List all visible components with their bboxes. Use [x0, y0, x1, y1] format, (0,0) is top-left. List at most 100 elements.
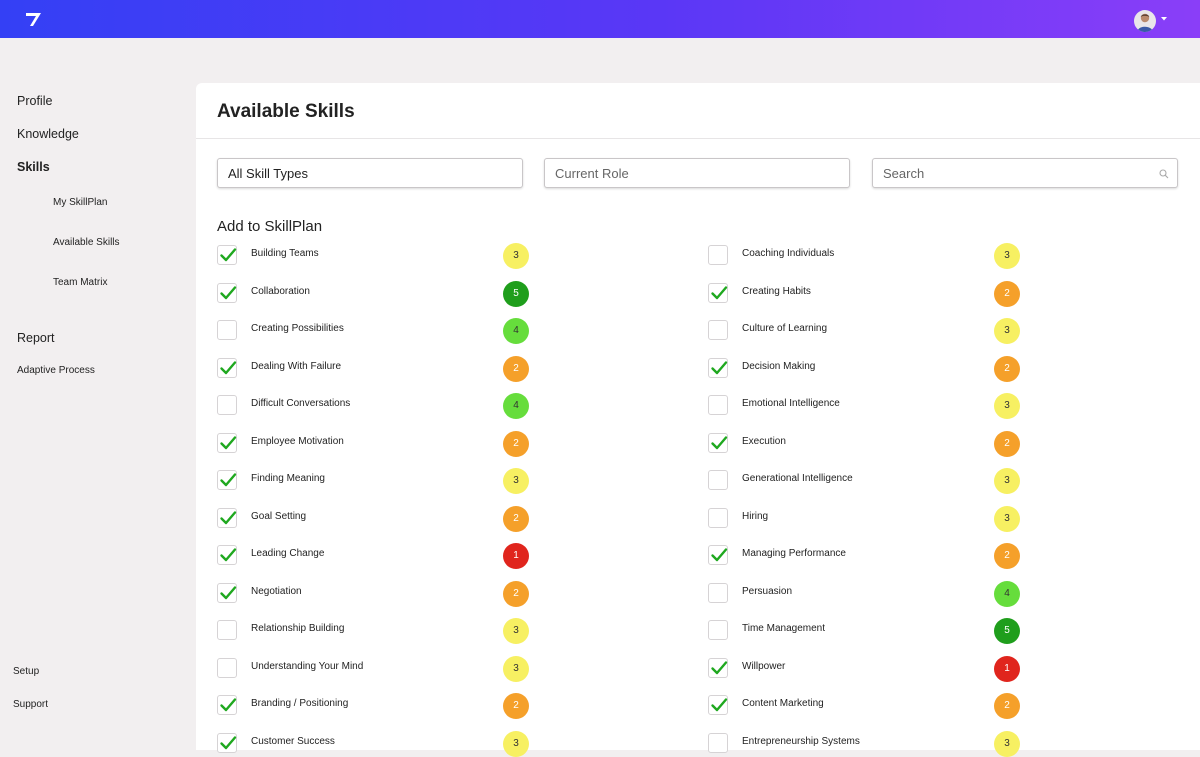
- check-icon: [711, 360, 728, 374]
- skill-name: Customer Success: [251, 735, 335, 747]
- skill-checkbox[interactable]: [217, 282, 237, 303]
- sidebar-item-support[interactable]: Support: [13, 699, 48, 710]
- check-icon: [220, 735, 237, 749]
- skill-row[interactable]: Content Marketing 2: [708, 693, 1038, 719]
- skill-checkbox[interactable]: [708, 545, 728, 565]
- skill-row[interactable]: Dealing With Failure 2: [217, 355, 547, 382]
- skill-row[interactable]: Entrepreneurship Systems 3: [708, 730, 1038, 757]
- skill-row[interactable]: Difficult Conversations 4: [217, 393, 547, 419]
- skill-row[interactable]: Time Management 5: [708, 618, 1038, 644]
- skill-row[interactable]: Building Teams 3: [217, 243, 547, 269]
- skill-name: Execution: [742, 435, 786, 447]
- skill-name: Content Marketing: [742, 698, 824, 709]
- skill-checkbox[interactable]: [217, 545, 237, 565]
- skill-level-badge: 3: [503, 730, 529, 757]
- search-placeholder: Search: [883, 166, 925, 181]
- sidebar-item-adaptive-process[interactable]: Adaptive Process: [17, 365, 95, 376]
- skill-row[interactable]: Execution 2: [708, 430, 1038, 457]
- skill-row[interactable]: Willpower 1: [708, 655, 1038, 682]
- check-icon: [220, 585, 237, 599]
- check-icon: [220, 548, 237, 562]
- panel-header: Available Skills: [196, 83, 1200, 139]
- skill-checkbox[interactable]: [217, 432, 237, 453]
- skill-name: Managing Performance: [742, 548, 846, 559]
- skill-row[interactable]: Culture of Learning 3: [708, 318, 1038, 344]
- skill-checkbox[interactable]: [217, 470, 237, 490]
- skill-row[interactable]: Hiring 3: [708, 505, 1038, 532]
- sidebar-item-report[interactable]: Report: [17, 331, 55, 345]
- skill-name: Emotional Intelligence: [742, 398, 840, 409]
- skill-row[interactable]: Managing Performance 2: [708, 543, 1038, 569]
- skill-name: Persuasion: [742, 585, 793, 597]
- skill-name: Creating Habits: [742, 285, 811, 297]
- skill-level-badge: 3: [503, 655, 529, 682]
- skill-checkbox[interactable]: [708, 432, 728, 453]
- skill-row[interactable]: Coaching Individuals 3: [708, 243, 1038, 269]
- skill-row[interactable]: Branding / Positioning 2: [217, 693, 547, 719]
- skill-checkbox[interactable]: [217, 507, 237, 528]
- current-role-select[interactable]: Current Role: [544, 158, 850, 188]
- skill-row[interactable]: Collaboration 5: [217, 280, 547, 307]
- brand-logo-icon[interactable]: [24, 9, 44, 29]
- skill-checkbox[interactable]: [708, 657, 728, 678]
- skill-checkbox[interactable]: [708, 620, 728, 640]
- search-input[interactable]: Search: [872, 158, 1178, 188]
- skill-level-badge: 3: [994, 730, 1020, 757]
- skill-row[interactable]: Persuasion 4: [708, 580, 1038, 607]
- skill-row[interactable]: Understanding Your Mind 3: [217, 655, 547, 682]
- skill-checkbox[interactable]: [708, 470, 728, 490]
- skill-row[interactable]: Employee Motivation 2: [217, 430, 547, 457]
- skill-checkbox[interactable]: [217, 245, 237, 265]
- skill-level-badge: 3: [994, 393, 1020, 419]
- check-icon: [711, 660, 728, 674]
- skill-row[interactable]: Creating Possibilities 4: [217, 318, 547, 344]
- skill-name: Decision Making: [742, 360, 816, 372]
- skill-name: Entrepreneurship Systems: [742, 735, 860, 747]
- skill-name: Goal Setting: [251, 510, 307, 522]
- sidebar-item-profile[interactable]: Profile: [17, 94, 52, 108]
- skill-row[interactable]: Finding Meaning 3: [217, 468, 547, 494]
- avatar-icon: [1137, 13, 1153, 32]
- skill-row[interactable]: Decision Making 2: [708, 355, 1038, 382]
- search-icon[interactable]: [1159, 169, 1169, 179]
- skill-row[interactable]: Relationship Building 3: [217, 618, 547, 644]
- skill-checkbox[interactable]: [708, 695, 728, 715]
- skill-checkbox[interactable]: [217, 320, 237, 340]
- skill-level-badge: 2: [994, 693, 1020, 719]
- sidebar-item-setup[interactable]: Setup: [13, 666, 39, 677]
- skill-checkbox[interactable]: [708, 282, 728, 303]
- skill-level-badge: 3: [994, 318, 1020, 344]
- skill-checkbox[interactable]: [708, 357, 728, 378]
- skill-checkbox[interactable]: [217, 582, 237, 603]
- skill-checkbox[interactable]: [217, 395, 237, 415]
- skill-checkbox[interactable]: [708, 582, 728, 603]
- sidebar-item-knowledge[interactable]: Knowledge: [17, 127, 79, 141]
- skill-level-badge: 4: [994, 580, 1020, 607]
- skill-checkbox[interactable]: [708, 245, 728, 265]
- skill-row[interactable]: Creating Habits 2: [708, 280, 1038, 307]
- skill-checkbox[interactable]: [708, 395, 728, 415]
- user-avatar[interactable]: [1134, 10, 1156, 32]
- sidebar-subitem-team-matrix[interactable]: Team Matrix: [53, 277, 107, 288]
- skill-name: Building Teams: [251, 248, 319, 259]
- caret-down-icon[interactable]: [1160, 16, 1168, 22]
- skill-checkbox[interactable]: [217, 695, 237, 715]
- sidebar-subitem-available-skills[interactable]: Available Skills: [53, 237, 120, 248]
- skill-name: Creating Possibilities: [251, 323, 344, 334]
- skill-checkbox[interactable]: [708, 320, 728, 340]
- skill-row[interactable]: Customer Success 3: [217, 730, 547, 757]
- skill-row[interactable]: Emotional Intelligence 3: [708, 393, 1038, 419]
- skill-row[interactable]: Generational Intelligence 3: [708, 468, 1038, 494]
- skill-checkbox[interactable]: [708, 507, 728, 528]
- skill-checkbox[interactable]: [217, 620, 237, 640]
- skill-row[interactable]: Goal Setting 2: [217, 505, 547, 532]
- skill-checkbox[interactable]: [217, 357, 237, 378]
- skill-type-select[interactable]: All Skill Types: [217, 158, 523, 188]
- skill-row[interactable]: Negotiation 2: [217, 580, 547, 607]
- skill-checkbox[interactable]: [217, 657, 237, 678]
- sidebar-subitem-my-skillplan[interactable]: My SkillPlan: [53, 197, 107, 208]
- skill-row[interactable]: Leading Change 1: [217, 543, 547, 569]
- sidebar-item-skills[interactable]: Skills: [17, 160, 50, 174]
- main-panel: Available Skills All Skill Types Current…: [196, 83, 1200, 757]
- top-bar: [0, 0, 1200, 38]
